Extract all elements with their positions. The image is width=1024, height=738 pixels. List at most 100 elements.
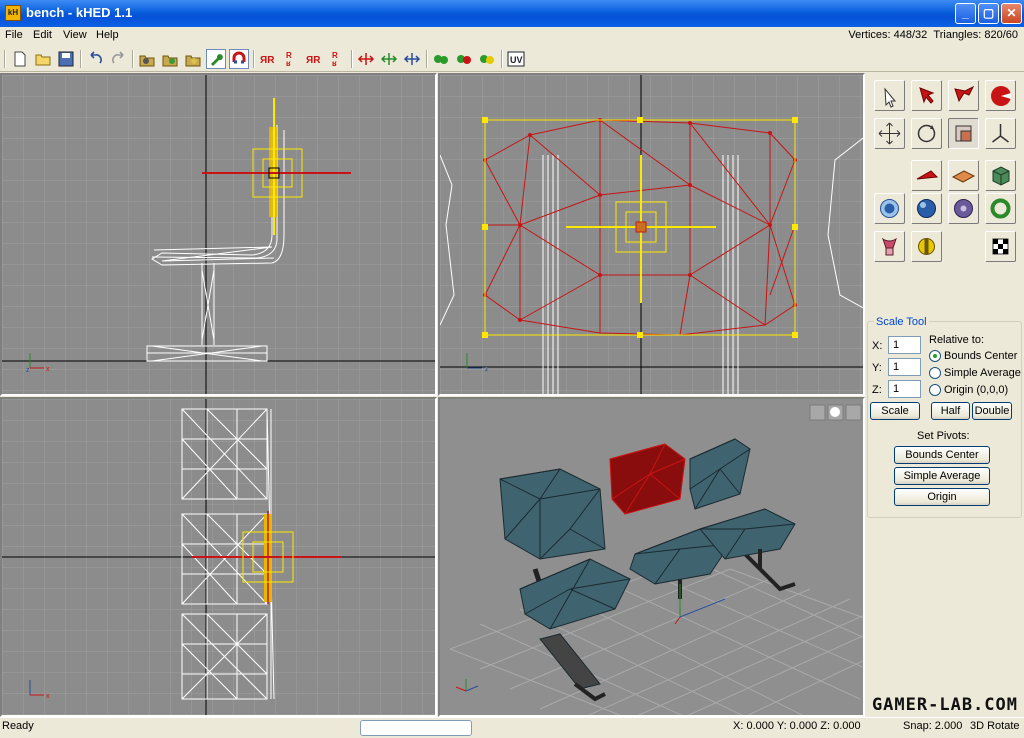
- export-button[interactable]: [160, 49, 180, 69]
- status-text: Ready: [2, 720, 34, 732]
- group-button[interactable]: [431, 49, 451, 69]
- uv-label: UV: [510, 55, 523, 65]
- create-geosphere-tool[interactable]: [911, 193, 942, 224]
- maximize-button[interactable]: ▢: [978, 3, 999, 24]
- weld-x-button[interactable]: [356, 49, 376, 69]
- rotate-tool[interactable]: [911, 118, 942, 149]
- toolbar-separator: [132, 50, 134, 68]
- pivot-tool[interactable]: [985, 118, 1016, 149]
- move-tool[interactable]: [874, 118, 905, 149]
- select-pointer-tool[interactable]: [874, 80, 905, 111]
- watermark: GAMER-LAB.COM: [871, 695, 1018, 715]
- menu-view[interactable]: View: [63, 29, 87, 41]
- select-vertex-tool[interactable]: [911, 80, 942, 111]
- create-cylinder-tool[interactable]: [911, 231, 942, 262]
- menu-edit[interactable]: Edit: [33, 29, 52, 41]
- wrench-tool-button[interactable]: [206, 49, 226, 69]
- viewport-front[interactable]: z: [438, 73, 865, 396]
- menu-file[interactable]: File: [5, 29, 23, 41]
- viewport-grid: zx: [2, 75, 435, 394]
- save-file-button[interactable]: [56, 49, 76, 69]
- toolbar-separator: [501, 50, 503, 68]
- radio-origin-label: Origin (0,0,0): [944, 384, 1009, 396]
- svg-text:ʁ: ʁ: [332, 59, 337, 68]
- open-file-button[interactable]: [33, 49, 53, 69]
- weld-z-button[interactable]: [402, 49, 422, 69]
- texture-checker-tool[interactable]: [985, 231, 1016, 262]
- y-label: Y:: [872, 362, 882, 374]
- window-title: bench - kHED 1.1: [26, 5, 133, 20]
- create-sphere-tool[interactable]: [874, 193, 905, 224]
- undo-button[interactable]: [86, 49, 106, 69]
- svg-text:x: x: [46, 693, 50, 700]
- radio-simple-average[interactable]: [929, 367, 941, 379]
- scale-z-input[interactable]: 1: [888, 380, 921, 398]
- svg-text:ЯR: ЯR: [306, 55, 321, 66]
- x-label: X:: [872, 340, 883, 352]
- snap-value: Snap: 2.000: [903, 720, 963, 732]
- create-ring-tool[interactable]: [985, 193, 1016, 224]
- close-button[interactable]: ✕: [1001, 3, 1022, 24]
- svg-text:ЯR: ЯR: [260, 55, 275, 66]
- redo-button[interactable]: [108, 49, 128, 69]
- scale-tool-title: Scale Tool: [874, 316, 929, 328]
- import-button[interactable]: [137, 49, 157, 69]
- mirror-y-button[interactable]: Rʁ: [281, 49, 301, 69]
- select-face-tool[interactable]: [948, 80, 979, 111]
- radio-bounds-center-label: Bounds Center: [944, 350, 1018, 362]
- triangles-count: Triangles: 820/60: [933, 29, 1018, 41]
- viewport-3d-scene: [440, 399, 863, 715]
- scale-tool[interactable]: [948, 118, 979, 149]
- merge-button[interactable]: [183, 49, 203, 69]
- toolbar-separator: [80, 50, 82, 68]
- radio-bounds-center[interactable]: [929, 350, 941, 362]
- scale-y-input[interactable]: 1: [888, 358, 921, 376]
- ungroup-button[interactable]: [454, 49, 474, 69]
- magnet-snap-button[interactable]: [229, 49, 249, 69]
- progress-bar: [360, 720, 472, 736]
- pivot-bounds-center-button[interactable]: Bounds Center: [894, 446, 990, 464]
- create-triangle-tool[interactable]: [911, 160, 942, 191]
- double-button[interactable]: Double: [972, 402, 1012, 420]
- flip-button[interactable]: Rʁ: [327, 49, 347, 69]
- svg-text:ʁ: ʁ: [286, 59, 291, 68]
- weld-y-button[interactable]: [379, 49, 399, 69]
- main-toolbar: ЯR Rʁ ЯR Rʁ UV: [0, 46, 1024, 72]
- create-box-tool[interactable]: [985, 160, 1016, 191]
- toolbar-separator: [351, 50, 353, 68]
- mirror-z-button[interactable]: ЯR: [304, 49, 324, 69]
- group-add-button[interactable]: [477, 49, 497, 69]
- select-group-tool[interactable]: [985, 80, 1016, 111]
- toolbar-separator: [426, 50, 428, 68]
- relative-to-label: Relative to:: [929, 334, 985, 346]
- set-pivots-label: Set Pivots:: [917, 430, 970, 442]
- scale-x-input[interactable]: 1: [888, 336, 921, 354]
- viewport-grid: x: [2, 399, 435, 715]
- create-plane-tool[interactable]: [948, 160, 979, 191]
- toolbar-separator: [253, 50, 255, 68]
- menu-bar: File Edit View Help Vertices: 448/32 Tri…: [0, 27, 1024, 46]
- scale-button[interactable]: Scale: [870, 402, 920, 420]
- half-button[interactable]: Half: [931, 402, 970, 420]
- svg-text:z: z: [485, 366, 489, 373]
- uv-editor-button[interactable]: UV: [506, 49, 526, 69]
- mirror-x-button[interactable]: ЯR: [258, 49, 278, 69]
- svg-text:x: x: [46, 366, 50, 373]
- app-icon: kH: [5, 5, 21, 21]
- new-file-button[interactable]: [10, 49, 30, 69]
- create-cone-tool[interactable]: [874, 231, 905, 262]
- radio-origin[interactable]: [929, 384, 941, 396]
- viewport-side[interactable]: zx: [0, 73, 437, 396]
- pivot-origin-button[interactable]: Origin: [894, 488, 990, 506]
- pivot-simple-average-button[interactable]: Simple Average: [894, 467, 990, 485]
- viewport-3d[interactable]: [438, 397, 865, 717]
- toolbar-grip: [4, 50, 6, 68]
- viewport-top[interactable]: x: [0, 397, 437, 717]
- cursor-coords: X: 0.000 Y: 0.000 Z: 0.000: [733, 720, 861, 732]
- menu-help[interactable]: Help: [96, 29, 119, 41]
- create-torus-tool[interactable]: [948, 193, 979, 224]
- render-mode-icons[interactable]: [809, 404, 862, 421]
- status-bar: Ready X: 0.000 Y: 0.000 Z: 0.000 Snap: 2…: [0, 717, 1024, 738]
- minimize-button[interactable]: _: [955, 3, 976, 24]
- vertices-count: Vertices: 448/32: [848, 29, 928, 41]
